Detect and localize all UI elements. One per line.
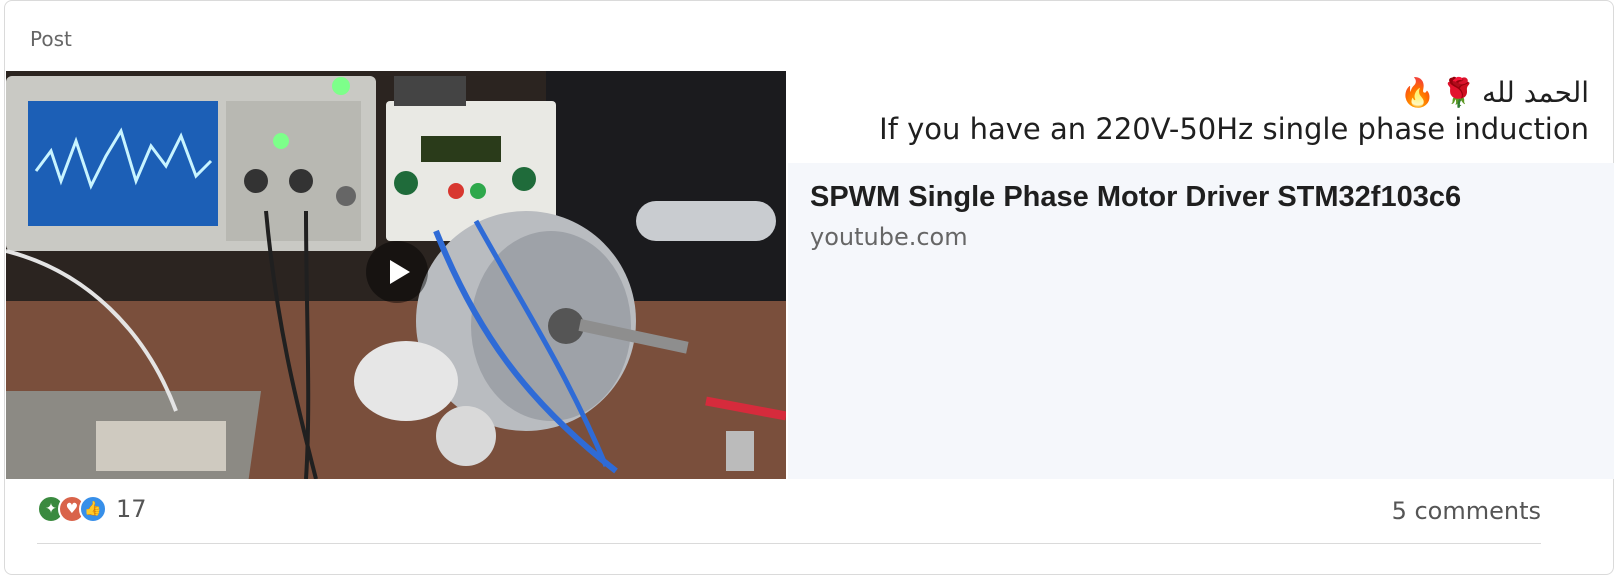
comments-count[interactable]: 5 comments: [1392, 497, 1541, 525]
post-text: الحمد لله 🌹 🔥 If you have an 220V-50Hz s…: [809, 73, 1589, 149]
post-text-line-1: الحمد لله 🌹 🔥: [809, 73, 1589, 113]
divider: [37, 543, 1541, 544]
post-label: Post: [30, 27, 72, 51]
post-text-line-2: If you have an 220V-50Hz single phase in…: [879, 112, 1589, 146]
social-counts: ✦ ♥ 👍 17 5 comments: [37, 493, 1541, 533]
play-button[interactable]: [366, 241, 428, 303]
fire-icon: 🔥: [1400, 76, 1436, 109]
post-card: Post الحمد لله 🌹 🔥 If you have an 220V-5…: [4, 0, 1614, 575]
rose-icon: 🌹: [1441, 76, 1477, 109]
link-preview[interactable]: SPWM Single Phase Motor Driver STM32f103…: [788, 163, 1614, 479]
post-text-arabic: الحمد لله: [1482, 76, 1589, 109]
link-preview-domain: youtube.com: [810, 223, 968, 251]
link-preview-title[interactable]: SPWM Single Phase Motor Driver STM32f103…: [810, 181, 1461, 214]
video-thumbnail[interactable]: [6, 71, 786, 479]
reactions-summary[interactable]: ✦ ♥ 👍 17: [37, 495, 147, 523]
reaction-count: 17: [116, 495, 147, 523]
like-icon: 👍: [79, 495, 107, 523]
